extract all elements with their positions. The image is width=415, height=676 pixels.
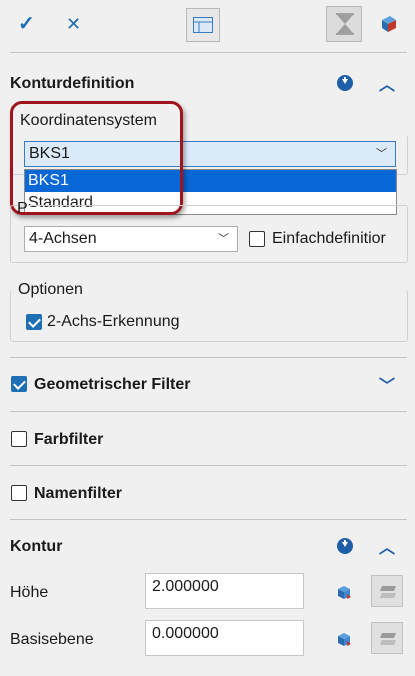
- optionen-label: Optionen: [18, 281, 83, 298]
- basisebene-pick-button[interactable]: [371, 622, 403, 654]
- check-icon[interactable]: ✓: [18, 14, 35, 34]
- separator: [10, 519, 407, 520]
- namenfilter-checkbox[interactable]: [11, 485, 27, 501]
- geometrischer-filter-checkbox[interactable]: [11, 376, 27, 392]
- chevron-down-icon: ﹀: [376, 148, 387, 160]
- achsen-group-label: P: [17, 200, 28, 217]
- filter-icon: [336, 13, 354, 35]
- achsen-select[interactable]: 4-Achsen ﹀: [24, 226, 238, 252]
- chevron-up-icon[interactable]: ︿: [379, 534, 395, 558]
- einfachdefinition-checkbox[interactable]: [249, 231, 265, 247]
- download-circle-icon[interactable]: [337, 538, 353, 554]
- cube-pick-icon[interactable]: [336, 584, 352, 600]
- einfachdefinition-label: Einfachdefinitior: [272, 230, 386, 247]
- cube-pick-icon[interactable]: [336, 631, 352, 647]
- separator: [10, 465, 407, 466]
- annotation-highlight: [10, 101, 183, 215]
- filter-button[interactable]: [326, 6, 362, 42]
- chevron-up-icon[interactable]: ︿: [379, 71, 395, 95]
- chevron-down-icon[interactable]: ﹀: [379, 372, 395, 396]
- basisebene-label: Basisebene: [10, 631, 94, 648]
- hoehe-input[interactable]: 2.000000: [145, 573, 304, 609]
- table-view-button[interactable]: [186, 8, 220, 42]
- farbfilter-checkbox[interactable]: [11, 431, 27, 447]
- plane-icon: [380, 633, 396, 645]
- download-circle-icon[interactable]: [337, 75, 353, 91]
- close-icon[interactable]: ✕: [66, 14, 81, 34]
- section-title-namenfilter: Namenfilter: [34, 485, 123, 502]
- hoehe-pick-button[interactable]: [371, 575, 403, 607]
- table-icon: [193, 17, 213, 33]
- chevron-down-icon: ﹀: [218, 233, 229, 245]
- achsen-selected-value: 4-Achsen: [29, 230, 97, 247]
- separator: [10, 411, 407, 412]
- plane-icon: [380, 586, 396, 598]
- section-title-farbfilter: Farbfilter: [34, 431, 104, 448]
- separator: [10, 52, 407, 53]
- section-title-geometrischer-filter: Geometrischer Filter: [34, 376, 191, 393]
- section-title-konturdefinition: Konturdefinition: [10, 75, 135, 92]
- section-title-kontur: Kontur: [10, 538, 63, 555]
- zwei-achs-erkennung-label: 2-Achs-Erkennung: [47, 313, 180, 330]
- zwei-achs-erkennung-checkbox[interactable]: [26, 314, 42, 330]
- cube-icon[interactable]: [378, 14, 398, 34]
- hoehe-label: Höhe: [10, 584, 49, 601]
- separator: [10, 357, 407, 358]
- basisebene-input[interactable]: 0.000000: [145, 620, 304, 656]
